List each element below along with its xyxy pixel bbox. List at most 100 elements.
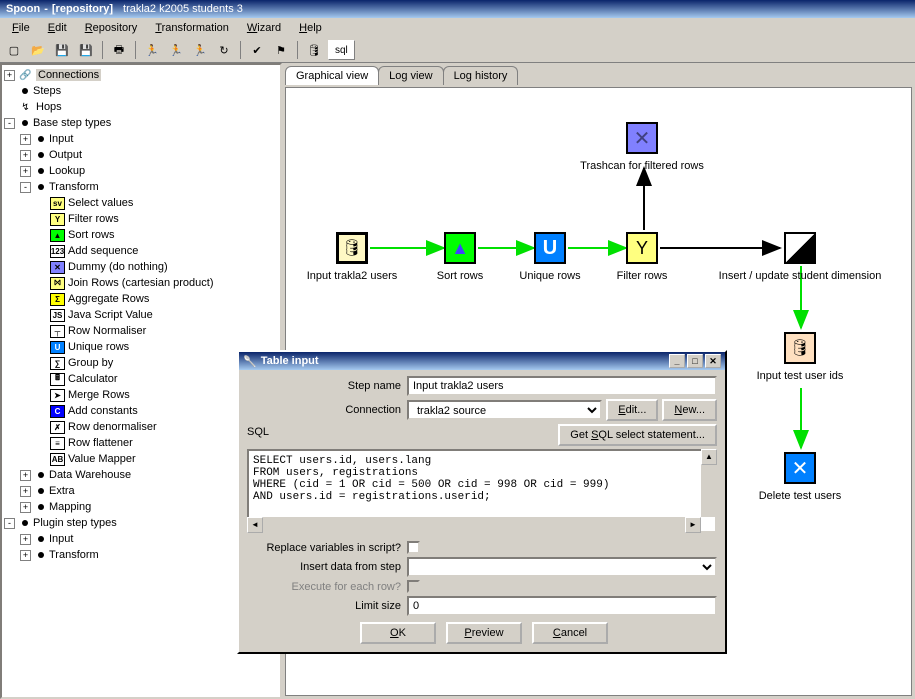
tree-label: Sort rows [68, 229, 114, 241]
save-icon[interactable]: 💾 [52, 40, 72, 60]
dot-icon [38, 472, 44, 478]
tree-item[interactable]: +🔗Connections [4, 67, 278, 83]
node-trashcan[interactable]: ✕ Trashcan for filtered rows [626, 122, 658, 158]
step-name-input[interactable] [407, 376, 717, 396]
tree-item[interactable]: 123Add sequence [4, 243, 278, 259]
run-icon[interactable]: 🏃 [142, 40, 162, 60]
step-icon: AB [50, 453, 65, 466]
menu-transformation[interactable]: Transformation [147, 20, 237, 36]
expand-icon[interactable]: + [20, 502, 31, 513]
expand-icon[interactable]: + [20, 534, 31, 545]
tree-item[interactable]: YFilter rows [4, 211, 278, 227]
preview-button[interactable]: Preview [446, 622, 522, 644]
get-sql-button[interactable]: Get SQL select statement... [558, 424, 717, 446]
expand-icon[interactable]: + [20, 166, 31, 177]
close-icon[interactable]: ✕ [705, 354, 721, 368]
tree-item[interactable]: ⨝Join Rows (cartesian product) [4, 275, 278, 291]
replay-icon[interactable]: ↻ [214, 40, 234, 60]
tree-item[interactable]: JSJava Script Value [4, 307, 278, 323]
hops-icon: ↯ [18, 101, 33, 114]
menu-edit[interactable]: Edit [40, 20, 75, 36]
node-input[interactable]: 🛢 Input trakla2 users [336, 232, 368, 268]
scrollbar-h[interactable]: ◄► [247, 517, 701, 533]
debug-icon[interactable]: 🏃 [190, 40, 210, 60]
dot-icon [22, 120, 28, 126]
edit-connection-button[interactable]: Edit... [606, 399, 658, 421]
tree-item[interactable]: -Transform [4, 179, 278, 195]
tree-item[interactable]: ▲Sort rows [4, 227, 278, 243]
tree-item[interactable]: ✕Dummy (do nothing) [4, 259, 278, 275]
step-icon: ✕ [50, 261, 65, 274]
node-sort[interactable]: ▲ Sort rows [444, 232, 476, 268]
db-icon[interactable]: 🛢 [304, 40, 324, 60]
preview-icon[interactable]: 🏃 [166, 40, 186, 60]
expand-icon[interactable]: + [4, 70, 15, 81]
expand-icon[interactable]: + [20, 150, 31, 161]
menu-file[interactable]: File [4, 20, 38, 36]
node-filter[interactable]: Y Filter rows [626, 232, 658, 268]
ok-button[interactable]: OK [360, 622, 436, 644]
tree-item[interactable]: ┬Row Normaliser [4, 323, 278, 339]
expand-icon[interactable]: + [20, 486, 31, 497]
tree-item[interactable]: svSelect values [4, 195, 278, 211]
sql-button[interactable]: sql [328, 40, 355, 60]
step-icon: ✗ [50, 421, 65, 434]
tree-item[interactable]: +Input [4, 131, 278, 147]
tab-graphical[interactable]: Graphical view [285, 66, 379, 85]
step-icon: 123 [50, 245, 65, 258]
tree-item[interactable]: +Output [4, 147, 278, 163]
minimize-icon[interactable]: _ [669, 354, 685, 368]
limit-input[interactable] [407, 596, 717, 616]
dot-icon [38, 552, 44, 558]
step-icon: ➤ [50, 389, 65, 402]
menu-wizard[interactable]: Wizard [239, 20, 289, 36]
titlebar: Spoon - [repository] trakla2 k2005 stude… [0, 0, 915, 18]
connection-select[interactable]: trakla2 source [407, 400, 602, 420]
step-icon: Σ [50, 293, 65, 306]
filter-icon: Y [626, 232, 658, 264]
tree-item[interactable]: ↯Hops [4, 99, 278, 115]
dialog-titlebar[interactable]: 🥄 Table input _ □ ✕ [239, 352, 725, 370]
tree-item[interactable]: -Base step types [4, 115, 278, 131]
tab-logview[interactable]: Log view [378, 66, 443, 85]
expand-icon[interactable]: + [20, 550, 31, 561]
saveas-icon[interactable]: 💾 [76, 40, 96, 60]
open-icon[interactable]: 📂 [28, 40, 48, 60]
node-unique[interactable]: U Unique rows [534, 232, 566, 268]
tree-item[interactable]: Steps [4, 83, 278, 99]
app-name: Spoon [6, 3, 40, 15]
maximize-icon[interactable]: □ [687, 354, 703, 368]
menubar: File Edit Repository Transformation Wiza… [0, 18, 915, 38]
new-connection-button[interactable]: New... [662, 399, 717, 421]
expand-icon[interactable]: + [20, 134, 31, 145]
expand-icon[interactable]: - [20, 182, 31, 193]
expand-icon[interactable]: + [20, 470, 31, 481]
new-icon[interactable]: ▢ [4, 40, 24, 60]
canvas-tabs: Graphical view Log view Log history [285, 66, 517, 85]
menu-help[interactable]: Help [291, 20, 330, 36]
menu-repository[interactable]: Repository [77, 20, 146, 36]
impact-icon[interactable]: ⚑ [271, 40, 291, 60]
check-icon[interactable]: ✔ [247, 40, 267, 60]
print-icon[interactable]: 🖶 [109, 40, 129, 60]
insert-from-select[interactable] [407, 557, 717, 577]
tree-item[interactable]: ΣAggregate Rows [4, 291, 278, 307]
step-icon: ⨝ [50, 277, 65, 290]
tree-item[interactable]: +Lookup [4, 163, 278, 179]
replace-vars-checkbox[interactable] [407, 541, 420, 554]
scrollbar-v[interactable]: ▲ [701, 449, 717, 517]
node-delete[interactable]: ✕ Delete test users [784, 452, 816, 488]
step-icon: ▲ [50, 229, 65, 242]
tree-label: Dummy (do nothing) [68, 261, 168, 273]
expand-icon[interactable]: - [4, 518, 15, 529]
node-insert[interactable]: Insert / update student dimension [784, 232, 816, 268]
expand-icon[interactable]: - [4, 118, 15, 129]
tree-label: Merge Rows [68, 389, 130, 401]
tableinput2-icon: 🛢 [784, 332, 816, 364]
dot-icon [38, 504, 44, 510]
node-testids[interactable]: 🛢 Input test user ids [784, 332, 816, 368]
tab-loghistory[interactable]: Log history [443, 66, 519, 85]
tree-label: Steps [33, 85, 61, 97]
cancel-button[interactable]: Cancel [532, 622, 608, 644]
dot-icon [38, 168, 44, 174]
